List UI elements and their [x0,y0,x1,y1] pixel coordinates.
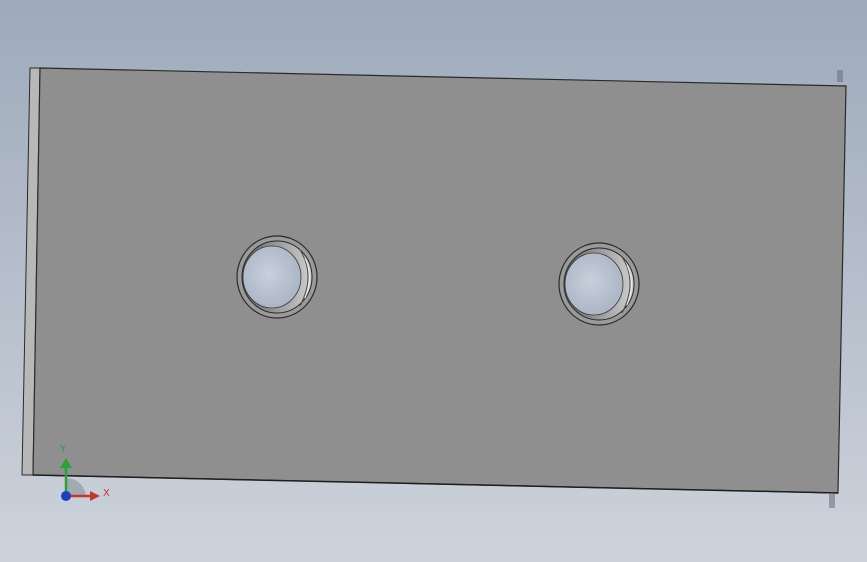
plate-front-face[interactable] [32,67,847,494]
right-hole[interactable] [558,242,640,326]
y-axis-label: Y [60,444,67,455]
graphics-viewport[interactable]: X Y [0,0,867,562]
left-hole[interactable] [236,235,318,319]
x-axis-arrowhead-icon [90,491,100,501]
right-edge-shadow-bottom [829,494,835,508]
right-edge-shadow-top [837,70,843,82]
model-scene[interactable] [0,0,867,562]
x-axis-label: X [103,488,110,499]
z-axis-dot-icon [61,491,71,501]
